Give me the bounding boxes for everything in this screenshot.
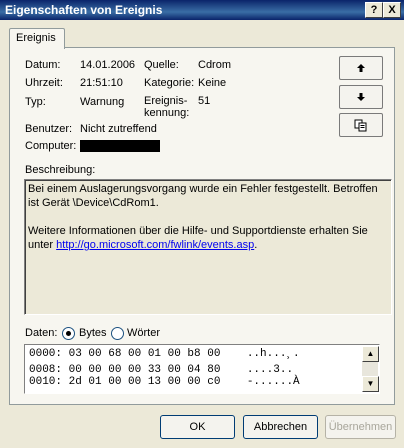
ok-button[interactable]: OK [160,415,235,439]
cancel-button[interactable]: Abbrechen [243,415,318,439]
hex-row: 0000: 03 00 68 00 01 00 b8 00 ..h...¸. [29,348,300,360]
data-hex-box[interactable]: 0000: 03 00 68 00 01 00 b8 00 ..h...¸. 0… [24,344,380,394]
scroll-up-icon[interactable]: ▲ [362,346,379,362]
datum-label: Datum: [25,59,61,71]
arrow-down-icon [357,93,365,101]
words-label: Wörter [127,327,160,339]
tab-ereignis[interactable]: Ereignis [9,28,65,49]
data-scrollbar[interactable]: ▲ ▼ [362,346,379,392]
hex-row: 0010: 2d 01 00 00 13 00 00 c0 -......À [29,376,300,388]
quelle-value: Cdrom [198,59,232,71]
kategorie-value: Keine [198,77,227,89]
typ-value: Warnung [80,96,125,108]
words-radio[interactable] [111,327,124,340]
quelle-label: Quelle: [144,59,179,71]
scroll-down-icon[interactable]: ▼ [362,376,379,392]
uhrzeit-label: Uhrzeit: [25,77,63,89]
copy-icon [354,119,367,131]
kategorie-label: Kategorie: [144,77,195,89]
window-title: Eigenschaften von Ereignis [5,3,163,17]
description-label: Beschreibung: [25,164,96,176]
computer-value-redacted [80,140,160,152]
hex-row: 0008: 00 00 00 00 33 00 04 80 ....3.. [29,364,302,376]
copy-button[interactable] [339,113,383,137]
typ-label: Typ: [25,96,46,108]
arrow-up-icon [357,64,365,72]
uhrzeit-value: 21:51:10 [80,77,123,89]
bytes-label: Bytes [79,327,107,339]
kennung-label-1: Ereignis- [144,95,188,107]
tab-label: Ereignis [16,32,56,44]
description-more-info: Weitere Informationen über die Hilfe- un… [28,225,368,251]
computer-label: Computer: [25,140,77,152]
kennung-label-2: kennung: [144,107,190,119]
next-event-button[interactable] [339,85,383,109]
benutzer-label: Benutzer: [25,123,73,135]
datum-value: 14.01.2006 [80,59,136,71]
kennung-value: 51 [198,95,211,107]
previous-event-button[interactable] [339,56,383,80]
event-help-link[interactable]: http://go.microsoft.com/fwlink/events.as… [56,239,254,251]
close-button[interactable]: X [383,2,401,18]
help-button[interactable]: ? [365,2,383,18]
description-text: Bei einem Auslagerungsvorgang wurde ein … [28,183,378,209]
benutzer-value: Nicht zutreffend [80,123,157,135]
title-bar[interactable]: Eigenschaften von Ereignis ? X [0,0,404,20]
bytes-radio[interactable] [62,327,75,340]
data-label: Daten: [25,327,58,339]
description-box[interactable]: Bei einem Auslagerungsvorgang wurde ein … [24,179,392,315]
apply-button[interactable]: Übernehmen [325,415,396,439]
